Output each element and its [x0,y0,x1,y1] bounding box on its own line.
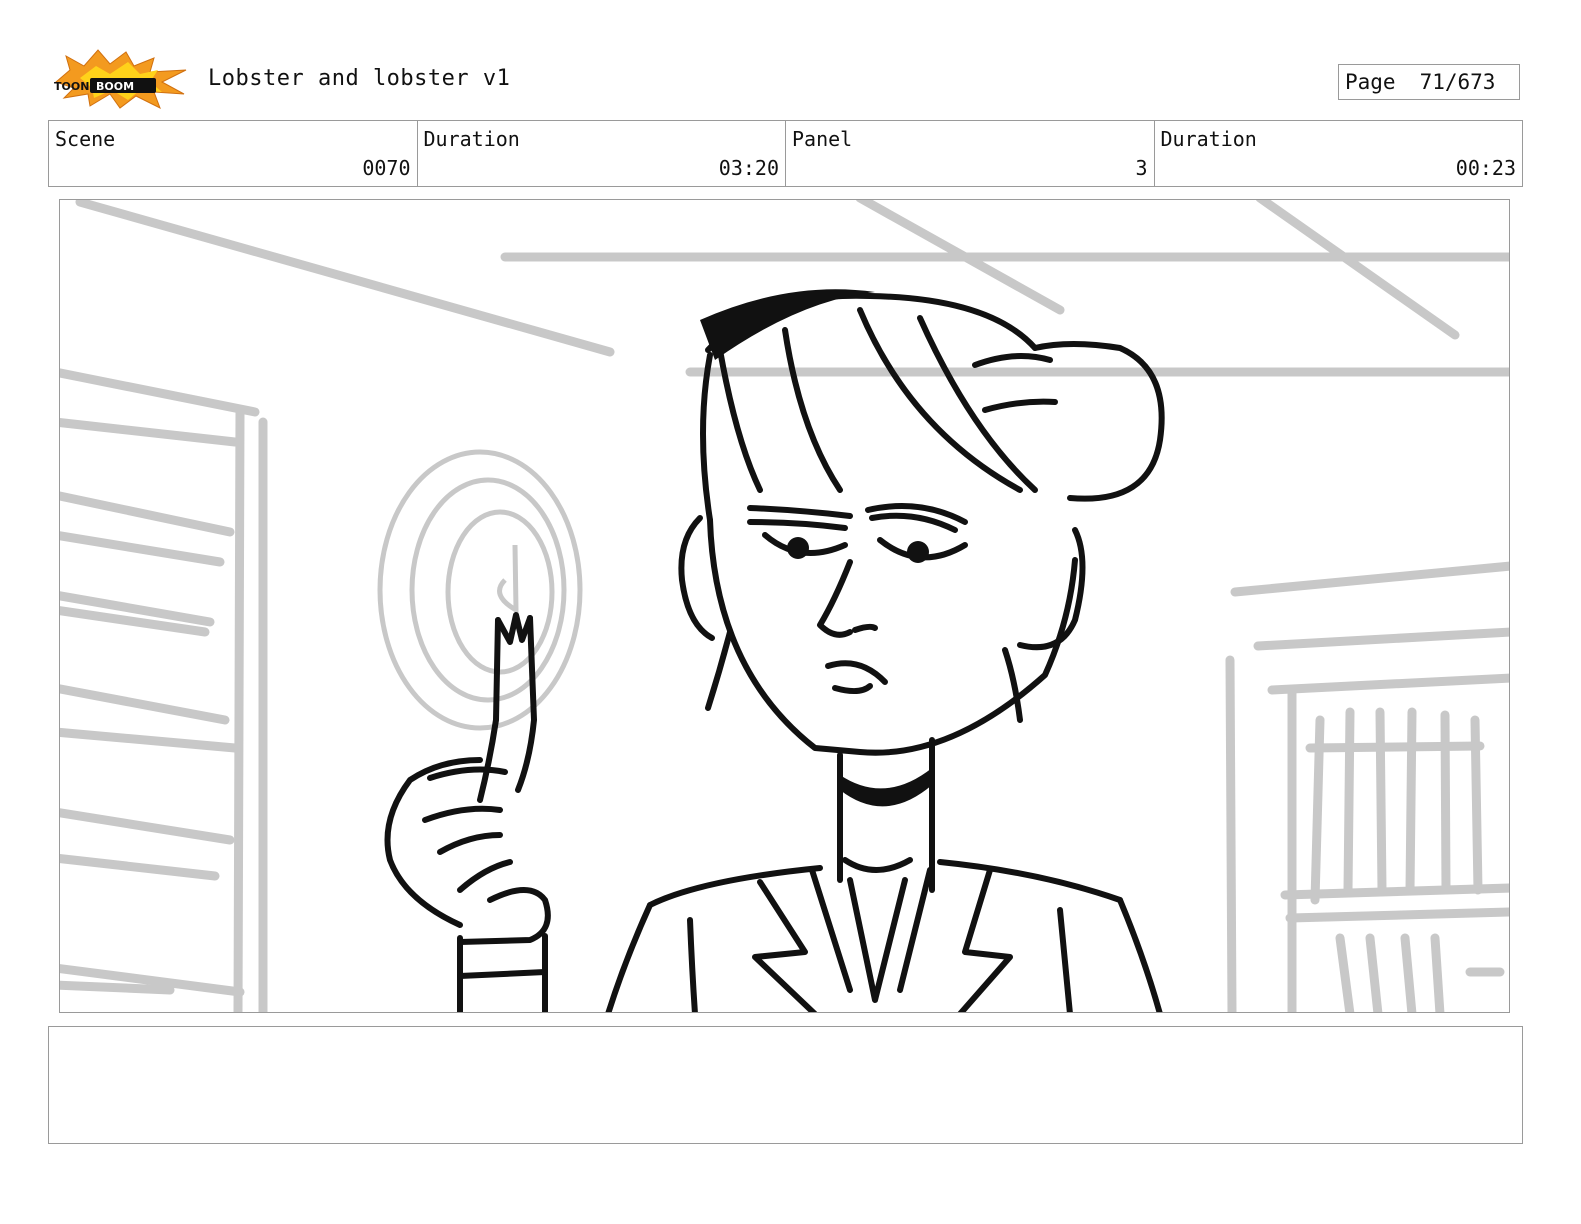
panel-notes-box [48,1026,1523,1144]
project-title: Lobster and lobster v1 [208,66,511,91]
panel-value: 3 [1135,156,1148,180]
scene-cell: Scene 0070 [49,121,418,186]
logo-boom-text: BOOM [96,80,134,93]
scene-value: 0070 [362,156,411,180]
page-label: Page [1345,70,1396,94]
page-indicator: Page 71/673 [1338,64,1520,100]
scene-label: Scene [55,127,116,151]
panel-sketch [60,200,1509,1012]
panel-duration-value: 00:23 [1455,156,1516,180]
panel-info-table: Scene 0070 Duration 03:20 Panel 3 Durati… [48,120,1523,187]
clock-sketch [377,449,583,731]
panel-duration-label: Duration [1160,127,1257,151]
logo-toon-text: TOON [54,80,89,93]
background-sketch [60,200,1509,1012]
panel-label: Panel [792,127,853,151]
scene-duration-cell: Duration 03:20 [418,121,786,186]
page-number: 71/673 [1419,70,1496,94]
toon-boom-logo: TOON BOOM [50,48,190,110]
panel-duration-cell: Duration 00:23 [1155,121,1523,186]
scene-duration-label: Duration [423,127,520,151]
scene-duration-value: 03:20 [718,156,779,180]
storyboard-panel [59,199,1510,1013]
character-sketch [384,292,1165,1012]
panel-cell: Panel 3 [786,121,1155,186]
